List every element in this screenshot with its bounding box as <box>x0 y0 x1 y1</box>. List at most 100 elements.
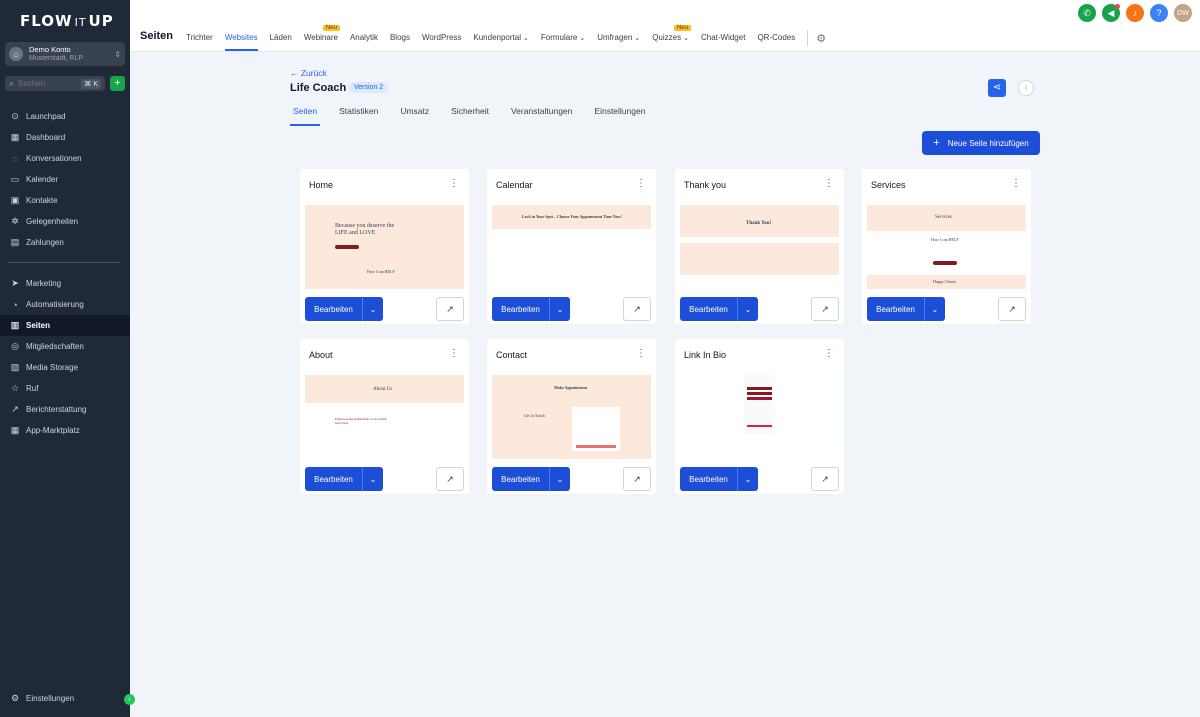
chevron-down-icon[interactable]: ⌄ <box>550 305 570 314</box>
open-external-button[interactable]: ↗ <box>436 297 464 321</box>
sidebar-item-media-storage[interactable]: ▨ Media Storage <box>0 357 130 378</box>
sidebar-nav-main: ⊙ Launchpad ▦ Dashboard ◌ Konversationen ▭ K… <box>0 106 130 253</box>
tab-sicherheit[interactable]: Sicherheit <box>448 106 492 126</box>
share-button[interactable]: ⋖ <box>988 79 1006 97</box>
more-vertical-icon[interactable]: ⋮ <box>449 178 459 189</box>
chevron-down-icon[interactable]: ⌄ <box>363 475 383 484</box>
edit-button[interactable]: Bearbeiten ⌄ <box>680 467 758 491</box>
search-input[interactable] <box>18 79 73 88</box>
preview-subheading: Empowering Individuals to live their bes… <box>335 417 387 425</box>
topnav-kundenportal[interactable]: Kundenportal ⌄ <box>473 33 528 51</box>
sidebar-item-kalender[interactable]: ▭ Kalender <box>0 169 130 190</box>
page-preview[interactable]: Make Appointment Get in Touch <box>492 375 651 459</box>
topnav-websites[interactable]: Websites <box>224 33 258 51</box>
sidebar-item-konversationen[interactable]: ◌ Konversationen <box>0 148 130 169</box>
open-external-button[interactable]: ↗ <box>998 297 1026 321</box>
back-link[interactable]: ← Zurück <box>290 68 327 78</box>
sidebar-search[interactable]: ⌕ ⌘ K <box>5 76 105 91</box>
chevron-down-icon[interactable]: ⌄ <box>363 305 383 314</box>
page-preview[interactable] <box>680 375 839 459</box>
edit-button[interactable]: Bearbeiten ⌄ <box>867 297 945 321</box>
more-vertical-icon[interactable]: ⋮ <box>1011 178 1021 189</box>
contacts-icon: ▣ <box>10 195 20 205</box>
sidebar-item-seiten[interactable]: ▥ Seiten <box>0 315 130 336</box>
edit-button[interactable]: Bearbeiten ⌄ <box>492 297 570 321</box>
open-external-button[interactable]: ↗ <box>811 467 839 491</box>
more-vertical-icon[interactable]: ⋮ <box>449 348 459 359</box>
info-button[interactable]: i <box>1018 80 1034 96</box>
tab-seiten[interactable]: Seiten <box>290 106 321 126</box>
phone-icon[interactable]: ✆ <box>1078 4 1096 22</box>
tab-statistiken[interactable]: Statistiken <box>336 106 381 126</box>
logo-text-flow: FLOW <box>20 12 73 30</box>
topnav-webinare[interactable]: Webinare Neu <box>304 25 340 51</box>
sidebar-item-launchpad[interactable]: ⊙ Launchpad <box>0 106 130 127</box>
version-badge[interactable]: Version 2 <box>349 82 389 93</box>
sidebar-item-automatisierung[interactable]: ◔ Automatisierung <box>0 294 130 315</box>
sidebar-item-kontakte[interactable]: ▣ Kontakte <box>0 190 130 211</box>
help-icon[interactable]: ? <box>1150 4 1168 22</box>
tab-veranstaltungen[interactable]: Veranstaltungen <box>508 106 575 126</box>
media-icon: ▨ <box>10 362 20 372</box>
external-link-icon: ↗ <box>821 474 829 484</box>
tab-umsatz[interactable]: Umsatz <box>397 106 432 126</box>
more-vertical-icon[interactable]: ⋮ <box>824 178 834 189</box>
page-preview[interactable]: Thank You! <box>680 205 839 289</box>
chevron-down-icon[interactable]: ⌄ <box>738 305 758 314</box>
sidebar-item-zahlungen[interactable]: ▤ Zahlungen <box>0 232 130 253</box>
sidebar-item-gelegenheiten[interactable]: ✲ Gelegenheiten <box>0 211 130 232</box>
open-external-button[interactable]: ↗ <box>623 467 651 491</box>
topnav-wordpress[interactable]: WordPress <box>422 33 461 51</box>
sidebar-item-marketing[interactable]: ➤ Marketing <box>0 273 130 294</box>
edit-button[interactable]: Bearbeiten ⌄ <box>492 467 570 491</box>
sidebar-item-label: Zahlungen <box>26 238 64 247</box>
topnav-formulare[interactable]: Formulare ⌄ <box>541 33 585 51</box>
tab-einstellungen[interactable]: Einstellungen <box>591 106 648 126</box>
chevron-down-icon[interactable]: ⌄ <box>738 475 758 484</box>
topnav-umfragen[interactable]: Umfragen ⌄ <box>597 33 640 51</box>
sidebar-item-ruf[interactable]: ☆ Ruf <box>0 378 130 399</box>
chevron-down-icon[interactable]: ⌄ <box>925 305 945 314</box>
sidebar-item-berichterstattung[interactable]: ↗ Berichterstattung <box>0 399 130 420</box>
topnav-analytik[interactable]: Analytik <box>350 33 378 51</box>
avatar[interactable]: DW <box>1174 4 1192 22</box>
more-vertical-icon[interactable]: ⋮ <box>636 348 646 359</box>
topnav-trichter[interactable]: Trichter <box>186 33 213 51</box>
megaphone-icon[interactable]: ◀ <box>1102 4 1120 22</box>
open-external-button[interactable]: ↗ <box>811 297 839 321</box>
card-title: Calendar <box>496 180 533 190</box>
open-external-button[interactable]: ↗ <box>436 467 464 491</box>
page-preview[interactable]: Services How I can HELP Happy Clients <box>867 205 1026 289</box>
topnav-blogs[interactable]: Blogs <box>390 33 410 51</box>
page-card-services: Services ⋮ Services How I can HELP Happy… <box>862 169 1031 324</box>
topnav-laeden[interactable]: Läden <box>270 33 292 51</box>
preview-heading: Lock in Your Spot – Choose Your Appointm… <box>522 214 622 219</box>
edit-button[interactable]: Bearbeiten ⌄ <box>305 467 383 491</box>
sidebar-item-app-marktplatz[interactable]: ▦ App-Marktplatz <box>0 420 130 441</box>
open-external-button[interactable]: ↗ <box>623 297 651 321</box>
page-preview[interactable]: Because you deserve the LIFE and LOVE Ho… <box>305 205 464 289</box>
page-preview[interactable]: About Us Empowering Individuals to live … <box>305 375 464 459</box>
add-page-button[interactable]: + Neue Seite hinzufügen <box>922 131 1040 155</box>
external-link-icon: ↗ <box>1008 304 1016 314</box>
page-card-contact: Contact ⋮ Make Appointment Get in Touch … <box>487 339 656 494</box>
topnav-quizzes[interactable]: Quizzes ⌄ Neu <box>652 25 691 51</box>
bell-icon[interactable]: ♪ <box>1126 4 1144 22</box>
chevron-down-icon[interactable]: ⌄ <box>550 475 570 484</box>
topnav-qr-codes[interactable]: QR-Codes <box>757 33 795 51</box>
brand-logo[interactable]: FLOW IT UP <box>20 12 114 30</box>
sidebar-collapse-button[interactable]: ‹ <box>124 694 135 705</box>
more-vertical-icon[interactable]: ⋮ <box>824 348 834 359</box>
more-vertical-icon[interactable]: ⋮ <box>636 178 646 189</box>
edit-button[interactable]: Bearbeiten ⌄ <box>305 297 383 321</box>
sidebar-item-mitgliedschaften[interactable]: ◎ Mitgliedschaften <box>0 336 130 357</box>
account-switcher[interactable]: ⌂ Demo Konto Musterstadt, RLP ⇕ <box>5 42 125 66</box>
sidebar-item-dashboard[interactable]: ▦ Dashboard <box>0 127 130 148</box>
edit-button[interactable]: Bearbeiten ⌄ <box>680 297 758 321</box>
sidebar-item-einstellungen[interactable]: ⚙ Einstellungen <box>0 688 130 709</box>
gear-icon[interactable]: ⚙ <box>816 32 826 45</box>
topnav-chat-widget[interactable]: Chat-Widget <box>701 33 745 51</box>
quick-add-button[interactable]: + <box>110 76 125 91</box>
preview-link-4 <box>747 425 772 427</box>
page-preview[interactable]: Lock in Your Spot – Choose Your Appointm… <box>492 205 651 289</box>
